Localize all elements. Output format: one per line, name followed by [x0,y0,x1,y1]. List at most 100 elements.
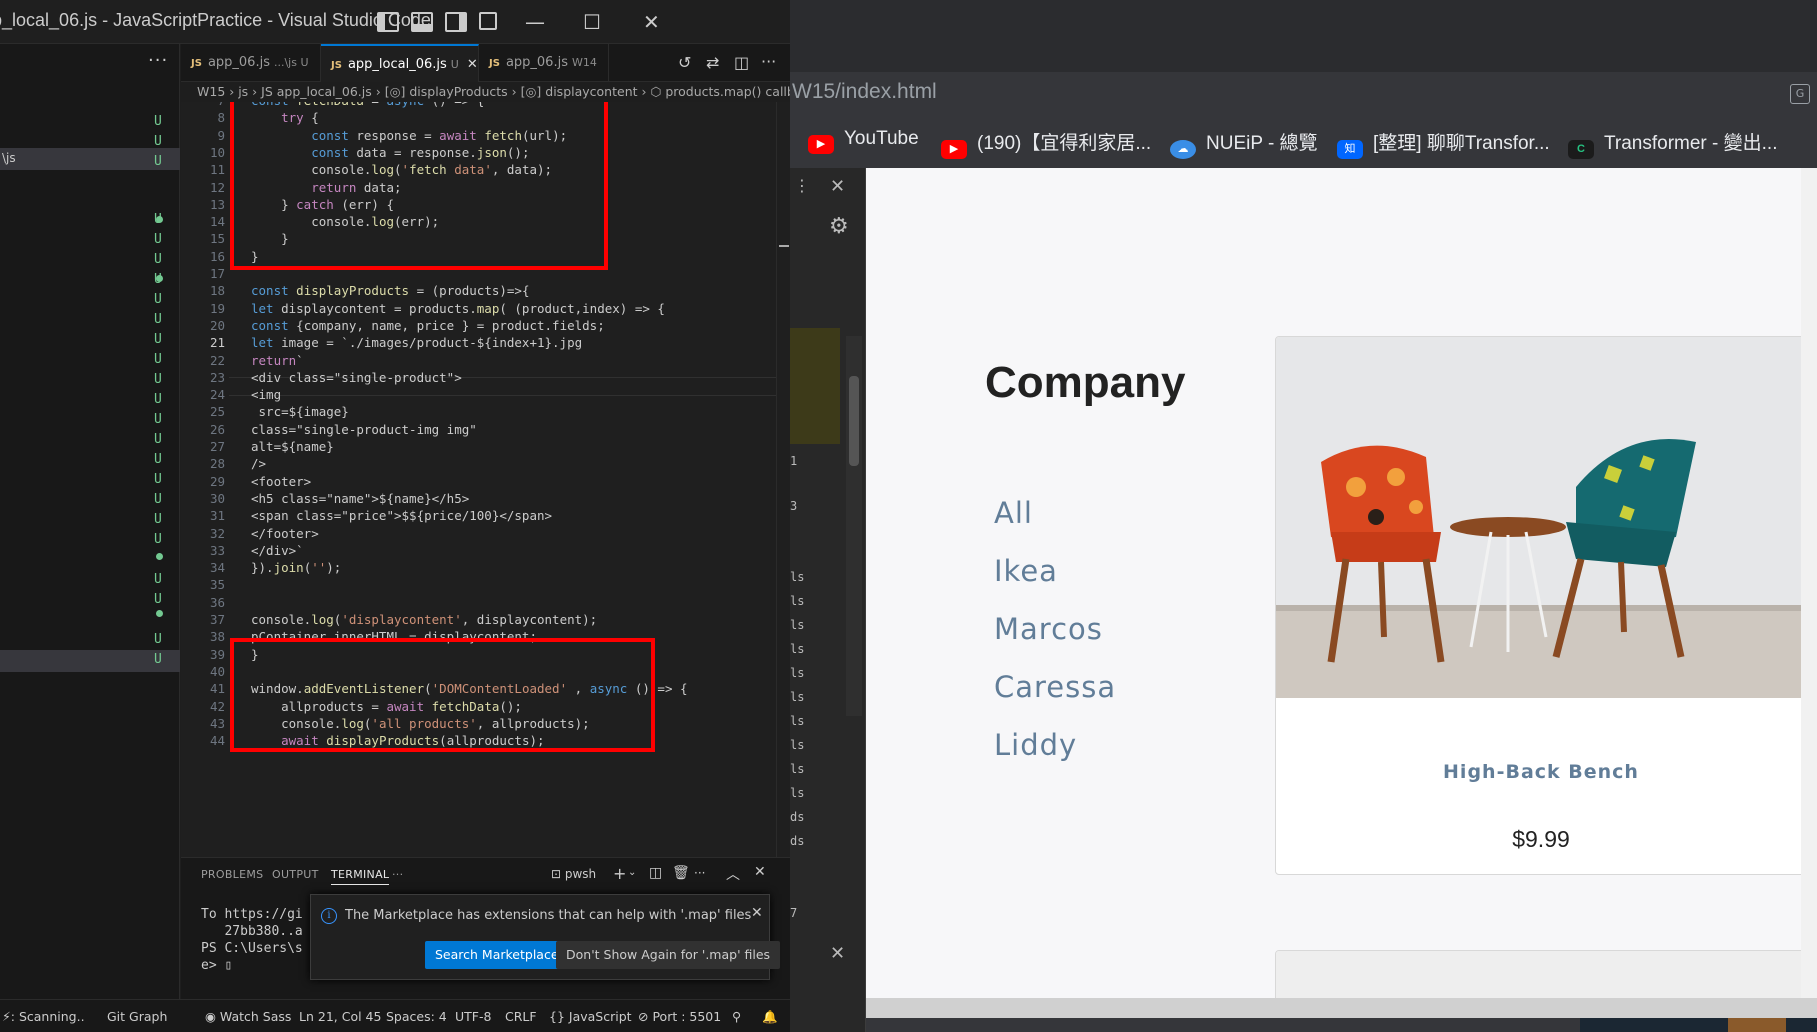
status-port[interactable]: ⊘ Port : 5501 [638,1009,721,1024]
terminal-line[interactable]: e> ▯ [201,958,232,973]
code-line: }).join(''); [251,560,342,576]
git-untracked-marker: U [154,292,162,307]
panel-more-icon[interactable]: ··· [392,868,403,881]
tab-app-06-js[interactable]: JS app_06.js ...\js U [181,44,321,82]
line-number: 11 [209,162,225,178]
nueip-icon: ☁ [1170,140,1196,159]
minimize-icon[interactable]: — [525,10,545,34]
horizontal-scrollbar[interactable] [866,998,1817,1018]
bookmark-nitori[interactable]: ▶ (190)【宜得利家居... [941,128,1151,159]
status-cursor-position[interactable]: Ln 21, Col 45 [299,1009,381,1024]
customize-layout-icon[interactable] [479,12,497,30]
new-terminal-icon[interactable]: + [613,864,626,883]
browser-tab-strip [790,0,1817,72]
line-number: 12 [209,179,225,195]
split-terminal-icon[interactable]: ◫ [649,865,662,881]
search-marketplace-button[interactable]: Search Marketplace [425,941,569,969]
devtools-line: ls [790,642,805,656]
line-number: 9 [217,127,225,143]
bookmark-nueip[interactable]: ☁ NUEiP - 總覽 [1170,128,1318,159]
tab-app-local-06-js[interactable]: JS app_local_06.js U ✕ [321,44,479,82]
devtools-line: ls [790,714,805,728]
trash-icon[interactable]: 🗑 [672,865,690,881]
category-ikea[interactable]: Ikea [994,554,1058,588]
devtools-scrollbar[interactable] [846,336,862,716]
code-line: /> [251,456,267,472]
chevron-down-icon[interactable]: ⌄ [628,867,636,878]
bell-icon[interactable]: 🔔 [762,1009,778,1025]
tab-terminal[interactable]: TERMINAL [331,868,390,885]
taskbar-app[interactable] [1728,1018,1786,1032]
product-card-next[interactable] [1275,950,1805,998]
settings-gear-icon[interactable]: ⚙ [829,214,849,239]
line-number: 26 [209,421,225,437]
bookmark-transformer[interactable]: C Transformer - 變出... [1568,128,1777,159]
status-git-graph[interactable]: Git Graph [107,1009,167,1024]
tab-output[interactable]: OUTPUT [272,868,319,881]
tab-problems[interactable]: PROBLEMS [201,868,263,881]
terminal-shell-selector[interactable]: ⊡ pwsh [551,867,596,881]
maximize-icon[interactable]: ☐ [583,10,601,34]
close-tab-icon[interactable]: ✕ [467,57,478,72]
line-number: 24 [209,387,225,403]
terminal-line: PS C:\Users\s [201,941,303,956]
copilot-icon[interactable]: ⚲ [732,1009,741,1024]
product-card[interactable]: High-Back Bench $9.99 [1275,336,1805,875]
product-price: $9.99 [1512,826,1570,852]
close-panel-icon[interactable]: ✕ [754,864,766,880]
devtools-line: 3 [790,499,798,513]
maximize-panel-icon[interactable]: ︿ [726,864,740,884]
bookmark-label: [整理] 聊聊Transfor... [1373,133,1550,154]
translate-icon[interactable]: G [1790,84,1810,104]
close-drawer-icon[interactable]: ✕ [830,943,845,964]
tab-app-06-js-w14[interactable]: JS app_06.js W14 [479,44,609,82]
close-devtools-icon[interactable]: ✕ [830,176,845,197]
split-editor-icon[interactable]: ◫ [734,53,749,72]
line-number: 35 [209,577,225,593]
more-icon[interactable]: ··· [694,866,705,880]
editor-scrollbar[interactable] [776,102,790,857]
bookmark-youtube[interactable]: ▶ YouTube [808,128,919,154]
compare-icon[interactable]: ⇄ [706,53,719,72]
status-language[interactable]: {} JavaScript [549,1009,632,1024]
status-scanning[interactable]: ⚡: Scanning.. [2,1009,85,1024]
dont-show-again-button[interactable]: Don't Show Again for '.map' files [556,941,781,969]
selected-explorer-item[interactable]: \js [0,148,180,170]
bookmark-zhihu[interactable]: 知 [整理] 聊聊Transfor... [1337,128,1550,159]
close-notification-icon[interactable]: ✕ [751,905,763,921]
devtools-scroll-thumb[interactable] [849,376,859,466]
category-liddy[interactable]: Liddy [994,728,1077,762]
category-all[interactable]: All [994,496,1033,530]
toggle-sidebar-icon[interactable] [377,12,399,32]
category-marcos[interactable]: Marcos [994,612,1103,646]
git-modified-dot [156,553,163,560]
line-number: 19 [209,300,225,316]
status-watch-sass[interactable]: ◉ Watch Sass [205,1009,291,1024]
notification-toast: i The Marketplace has extensions that ca… [310,894,781,980]
devtools-menu-icon[interactable]: ⋮ [794,176,810,195]
git-untracked-marker: U [154,412,162,427]
more-actions-icon[interactable]: ··· [148,50,168,71]
line-number: 37 [209,612,225,627]
status-encoding[interactable]: UTF-8 [455,1009,491,1024]
product-image-next [1276,951,1804,998]
close-window-icon[interactable]: ✕ [643,10,660,34]
selected-explorer-item-2[interactable] [0,650,180,672]
devtools-line: ls [790,570,805,584]
url-text[interactable]: W15/index.html [792,80,937,104]
page-scrollbar[interactable] [1801,168,1817,998]
address-bar[interactable]: W15/index.html G [790,72,1817,114]
status-indentation[interactable]: Spaces: 4 [386,1009,447,1024]
code-editor[interactable]: 7const fetchData = async () => {8 try {9… [181,102,790,857]
toggle-secondary-sidebar-icon[interactable] [445,12,467,32]
editor-more-icon[interactable]: ··· [761,52,776,71]
line-number: 15 [209,231,225,247]
category-caressa[interactable]: Caressa [994,670,1116,704]
git-untracked-marker: U [154,312,162,327]
notification-message: The Marketplace has extensions that can … [345,908,752,923]
breadcrumb[interactable]: W15 › js › JS app_local_06.js › [◎] disp… [181,82,790,102]
history-icon[interactable]: ↺ [678,53,691,72]
status-eol[interactable]: CRLF [505,1009,537,1024]
toggle-panel-icon[interactable] [411,12,433,32]
line-number: 36 [209,594,225,610]
